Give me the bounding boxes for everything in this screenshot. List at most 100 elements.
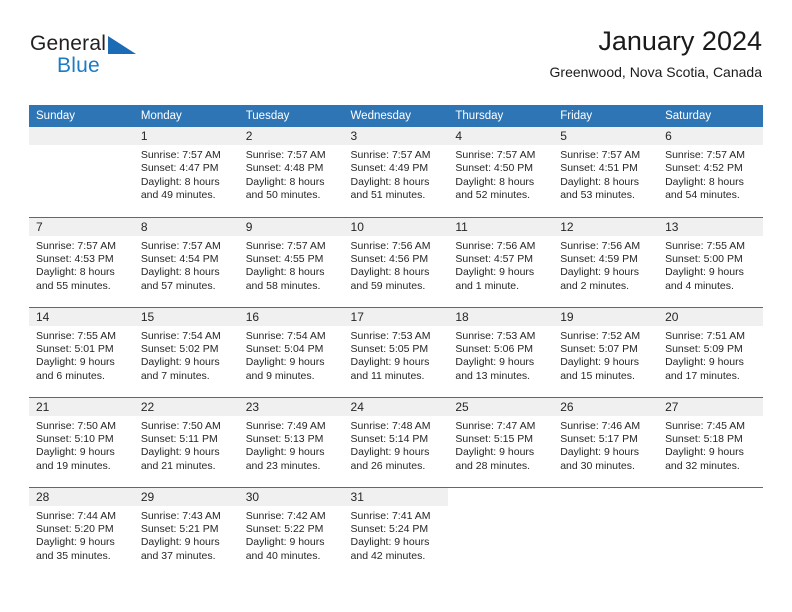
sunrise-time: Sunrise: 7:53 AM [455,329,536,342]
sunset-time: Sunset: 5:14 PM [350,432,429,445]
sunrise-time: Sunrise: 7:57 AM [140,239,221,252]
daylight-duration-line2: and 37 minutes. [140,549,216,562]
daylight-duration-line1: Daylight: 9 hours [140,446,220,459]
day-number: 1 [133,127,239,145]
calendar-day-cell[interactable]: 24 Sunrise: 7:48 AM Sunset: 5:14 PM Dayligh… [343,396,449,487]
calendar-day-cell[interactable]: 31 Sunrise: 7:41 AM Sunset: 5:24 PM Dayligh… [343,486,449,577]
day-sun-info: Sunrise: 7:56 AM Sunset: 4:57 PM Daylight:… [448,236,553,294]
day-cell-content: 29 Sunrise: 7:43 AM Sunset: 5:21 PM Dayligh… [133,487,239,578]
calendar-day-cell[interactable]: 21 Sunrise: 7:50 AM Sunset: 5:10 PM Dayligh… [29,396,134,487]
day-number: 28 [29,487,134,506]
weekday-header-saturday: Saturday [658,105,763,127]
calendar-day-cell[interactable]: 27 Sunrise: 7:45 AM Sunset: 5:18 PM Dayligh… [658,396,763,487]
day-cell-content: 18 Sunrise: 7:53 AM Sunset: 5:06 PM Dayligh… [448,307,554,397]
calendar-week-row: 21 Sunrise: 7:50 AM Sunset: 5:10 PM Dayligh… [29,396,763,487]
daylight-duration-line2: and 26 minutes. [350,459,426,472]
calendar-day-cell[interactable]: 6 Sunrise: 7:57 AM Sunset: 4:52 PM Daylight… [658,127,763,217]
daylight-duration-line1: Daylight: 9 hours [560,446,640,459]
calendar-day-cell[interactable]: 20 Sunrise: 7:51 AM Sunset: 5:09 PM Dayligh… [658,306,763,397]
weekday-header-tuesday: Tuesday [238,105,344,127]
daylight-duration-line2: and 55 minutes. [36,279,111,292]
calendar-day-cell[interactable]: 29 Sunrise: 7:43 AM Sunset: 5:21 PM Dayligh… [133,486,239,578]
page-subtitle: Greenwood, Nova Scotia, Canada [549,64,762,80]
sunset-time: Sunset: 4:55 PM [245,252,324,265]
calendar-day-cell[interactable]: 26 Sunrise: 7:46 AM Sunset: 5:17 PM Dayligh… [553,396,659,487]
sunrise-time: Sunrise: 7:57 AM [36,239,116,252]
calendar-day-cell [448,486,554,578]
daylight-duration-line1: Daylight: 9 hours [455,266,535,279]
calendar-day-cell[interactable]: 10 Sunrise: 7:56 AM Sunset: 4:56 PM Dayligh… [343,216,449,307]
sunrise-time: Sunrise: 7:44 AM [36,509,116,522]
sunset-time: Sunset: 4:59 PM [560,252,638,265]
calendar-day-cell[interactable]: 30 Sunrise: 7:42 AM Sunset: 5:22 PM Dayligh… [238,486,344,577]
daylight-duration-line1: Daylight: 8 hours [245,175,325,188]
daylight-duration-line2: and 57 minutes. [140,279,216,292]
calendar-week-row: 14 Sunrise: 7:55 AM Sunset: 5:01 PM Dayligh… [29,306,763,397]
day-sun-info [658,506,763,510]
daylight-duration-line2: and 40 minutes. [245,549,321,562]
sunrise-time: Sunrise: 7:49 AM [245,419,326,432]
calendar-day-cell[interactable]: 14 Sunrise: 7:55 AM Sunset: 5:01 PM Dayligh… [29,306,134,397]
calendar-day-cell[interactable]: 7 Sunrise: 7:57 AM Sunset: 4:53 PM Daylight… [29,216,134,307]
daylight-duration-line1: Daylight: 9 hours [665,356,744,369]
calendar-day-cell[interactable]: 23 Sunrise: 7:49 AM Sunset: 5:13 PM Dayligh… [238,396,344,487]
daylight-duration-line2: and 51 minutes. [350,189,426,202]
calendar-day-cell[interactable]: 13 Sunrise: 7:55 AM Sunset: 5:00 PM Dayligh… [658,216,763,307]
calendar-day-cell[interactable]: 25 Sunrise: 7:47 AM Sunset: 5:15 PM Dayligh… [448,396,554,487]
calendar-day-cell[interactable]: 18 Sunrise: 7:53 AM Sunset: 5:06 PM Dayligh… [448,306,554,397]
day-sun-info: Sunrise: 7:57 AM Sunset: 4:52 PM Daylight:… [658,145,763,203]
calendar-day-cell[interactable]: 28 Sunrise: 7:44 AM Sunset: 5:20 PM Dayligh… [29,486,134,577]
day-sun-info: Sunrise: 7:57 AM Sunset: 4:55 PM Daylight:… [239,236,344,294]
day-cell-content [658,488,763,578]
day-cell-content: 26 Sunrise: 7:46 AM Sunset: 5:17 PM Dayligh… [553,397,659,487]
calendar-day-cell[interactable]: 2 Sunrise: 7:57 AM Sunset: 4:48 PM Daylight… [238,127,344,217]
daylight-duration-line2: and 9 minutes. [245,369,315,382]
daylight-duration-line2: and 49 minutes. [140,189,216,202]
day-sun-info: Sunrise: 7:57 AM Sunset: 4:49 PM Daylight:… [344,145,449,203]
daylight-duration-line1: Daylight: 8 hours [245,266,325,279]
sunrise-time: Sunrise: 7:51 AM [665,329,746,342]
sunrise-time: Sunrise: 7:50 AM [36,419,116,432]
calendar-day-cell[interactable]: 5 Sunrise: 7:57 AM Sunset: 4:51 PM Daylight… [553,127,659,217]
day-cell-content: 12 Sunrise: 7:56 AM Sunset: 4:59 PM Dayligh… [553,217,659,307]
day-number: 14 [29,307,134,326]
sunset-time: Sunset: 5:13 PM [245,432,324,445]
daylight-duration-line2: and 42 minutes. [350,549,426,562]
day-number: 22 [133,397,239,416]
day-number: 12 [553,217,659,236]
day-cell-content: 5 Sunrise: 7:57 AM Sunset: 4:51 PM Daylight… [553,127,659,217]
day-number: 18 [448,307,554,326]
calendar-day-cell[interactable]: 15 Sunrise: 7:54 AM Sunset: 5:02 PM Dayligh… [133,306,239,397]
day-cell-content: 2 Sunrise: 7:57 AM Sunset: 4:48 PM Daylight… [238,127,344,217]
calendar-day-cell[interactable]: 16 Sunrise: 7:54 AM Sunset: 5:04 PM Dayligh… [238,306,344,397]
calendar-day-cell[interactable]: 8 Sunrise: 7:57 AM Sunset: 4:54 PM Daylight… [133,216,239,307]
calendar-day-cell[interactable]: 11 Sunrise: 7:56 AM Sunset: 4:57 PM Dayligh… [448,216,554,307]
day-cell-content [448,488,553,578]
sunset-time: Sunset: 5:07 PM [560,342,638,355]
daylight-duration-line2: and 15 minutes. [560,369,635,382]
sunset-time: Sunset: 5:11 PM [140,432,218,445]
calendar-day-cell[interactable]: 9 Sunrise: 7:57 AM Sunset: 4:55 PM Daylight… [238,216,344,307]
day-number: 15 [133,307,239,326]
day-sun-info: Sunrise: 7:51 AM Sunset: 5:09 PM Daylight:… [658,326,763,384]
day-number: 9 [238,217,344,236]
title-block: January 2024 Greenwood, Nova Scotia, Can… [550,24,762,83]
general-blue-logo: General Blue [30,32,260,92]
day-cell-content: 11 Sunrise: 7:56 AM Sunset: 4:57 PM Dayligh… [448,217,554,307]
calendar-day-cell[interactable]: 3 Sunrise: 7:57 AM Sunset: 4:49 PM Daylight… [343,127,449,217]
sunset-time: Sunset: 5:06 PM [455,342,534,355]
daylight-duration-line2: and 28 minutes. [455,459,531,472]
day-cell-content: 15 Sunrise: 7:54 AM Sunset: 5:02 PM Dayligh… [133,307,239,397]
day-number: 7 [29,217,134,236]
daylight-duration-line2: and 50 minutes. [245,189,321,202]
sunset-time: Sunset: 5:21 PM [140,522,219,535]
daylight-duration-line1: Daylight: 8 hours [455,175,535,188]
calendar-day-cell[interactable]: 22 Sunrise: 7:50 AM Sunset: 5:11 PM Dayligh… [133,396,239,487]
calendar-day-cell[interactable]: 17 Sunrise: 7:53 AM Sunset: 5:05 PM Dayligh… [343,306,449,397]
calendar-day-cell[interactable]: 12 Sunrise: 7:56 AM Sunset: 4:59 PM Dayligh… [553,216,659,307]
calendar-day-cell[interactable]: 19 Sunrise: 7:52 AM Sunset: 5:07 PM Dayligh… [553,306,659,397]
calendar-day-cell[interactable]: 1 Sunrise: 7:57 AM Sunset: 4:47 PM Daylight… [133,127,239,217]
daylight-duration-line2: and 32 minutes. [665,459,740,472]
calendar-day-cell[interactable]: 4 Sunrise: 7:57 AM Sunset: 4:50 PM Daylight… [448,127,554,217]
sunrise-time: Sunrise: 7:47 AM [455,419,536,432]
